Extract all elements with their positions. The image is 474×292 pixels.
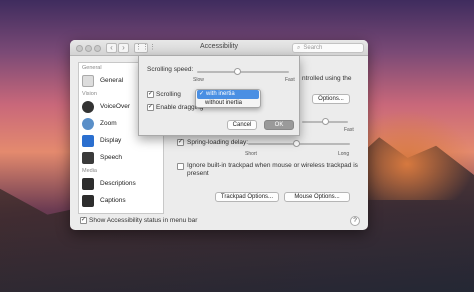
trackpad-options-button[interactable]: Trackpad Options... [215,192,279,202]
sidebar-item-captions[interactable]: Captions [79,192,163,209]
sidebar-item-label: General [100,77,124,84]
sidebar-item-label: Captions [100,197,126,204]
ignore-trackpad-label-line1: Ignore built-in trackpad when mouse or w… [187,162,358,169]
sidebar-section-media: Media [82,168,97,174]
fast-tick-label: Fast [344,127,354,133]
zoom-icon [82,117,94,130]
sidebar-item-label: Zoom [100,120,117,127]
scrolling-inertia-menu[interactable]: ✓ with inertia without inertia [195,89,261,108]
window-footer: ✓ Show Accessibility status in menu bar … [70,214,368,230]
search-icon: ⌕ [297,45,301,51]
long-tick-label: Long [338,151,350,157]
mouse-options-button[interactable]: Mouse Options... [284,192,350,202]
sidebar-item-speech[interactable]: Speech [79,149,163,166]
slow-tick-label: Slow [193,77,204,83]
options-button[interactable]: Options... [312,94,350,104]
scrolling-label: Scrolling [156,91,181,98]
scrolling-checkbox[interactable]: ✓ [147,91,154,98]
search-placeholder: Search [303,45,323,51]
spring-loading-label: Spring-loading delay: [187,139,249,146]
sidebar-item-label: Speech [100,154,123,161]
cancel-button[interactable]: Cancel [227,120,257,130]
show-status-checkbox[interactable]: ✓ [80,217,87,224]
controlled-text: ntrolled using the [302,75,352,82]
captions-icon [82,194,94,207]
checkmark-icon: ✓ [199,91,205,97]
scrolling-speed-slider[interactable] [197,71,289,73]
window-titlebar: ‹ › ⋮⋮⋮ Accessibility ⌕ Search [70,40,368,56]
speech-icon [82,151,94,164]
double-click-speed-knob[interactable] [322,118,329,125]
spring-loading-knob[interactable] [293,140,300,147]
sidebar-item-descriptions[interactable]: Descriptions [79,175,163,192]
short-tick-label: Short [245,151,257,157]
sidebar-item-label: Display [100,137,122,144]
ignore-trackpad-checkbox[interactable] [177,163,184,170]
fast-tick-label: Fast [285,77,295,83]
general-icon [82,74,94,87]
spring-loading-checkbox[interactable]: ✓ [177,139,184,146]
sidebar-item-label: VoiceOver [100,103,130,110]
ok-button[interactable]: OK [264,120,294,130]
scrolling-speed-knob[interactable] [234,68,241,75]
sidebar-item-label: Descriptions [100,180,136,187]
help-button[interactable]: ? [350,216,360,226]
scrolling-speed-label: Scrolling speed: [147,66,194,73]
descriptions-icon [82,177,94,190]
menu-item-label: with inertia [206,91,235,97]
search-input[interactable]: ⌕ Search [292,43,364,53]
menu-item-without-inertia[interactable]: without inertia [196,99,260,108]
menu-item-with-inertia[interactable]: ✓ with inertia [197,90,259,99]
ignore-trackpad-label-line2: present [187,170,209,177]
menu-item-label: without inertia [205,100,243,106]
display-icon [82,134,94,147]
voiceover-icon [82,100,94,113]
enable-dragging-checkbox[interactable]: ✓ [147,104,154,111]
show-status-label: Show Accessibility status in menu bar [89,217,198,224]
